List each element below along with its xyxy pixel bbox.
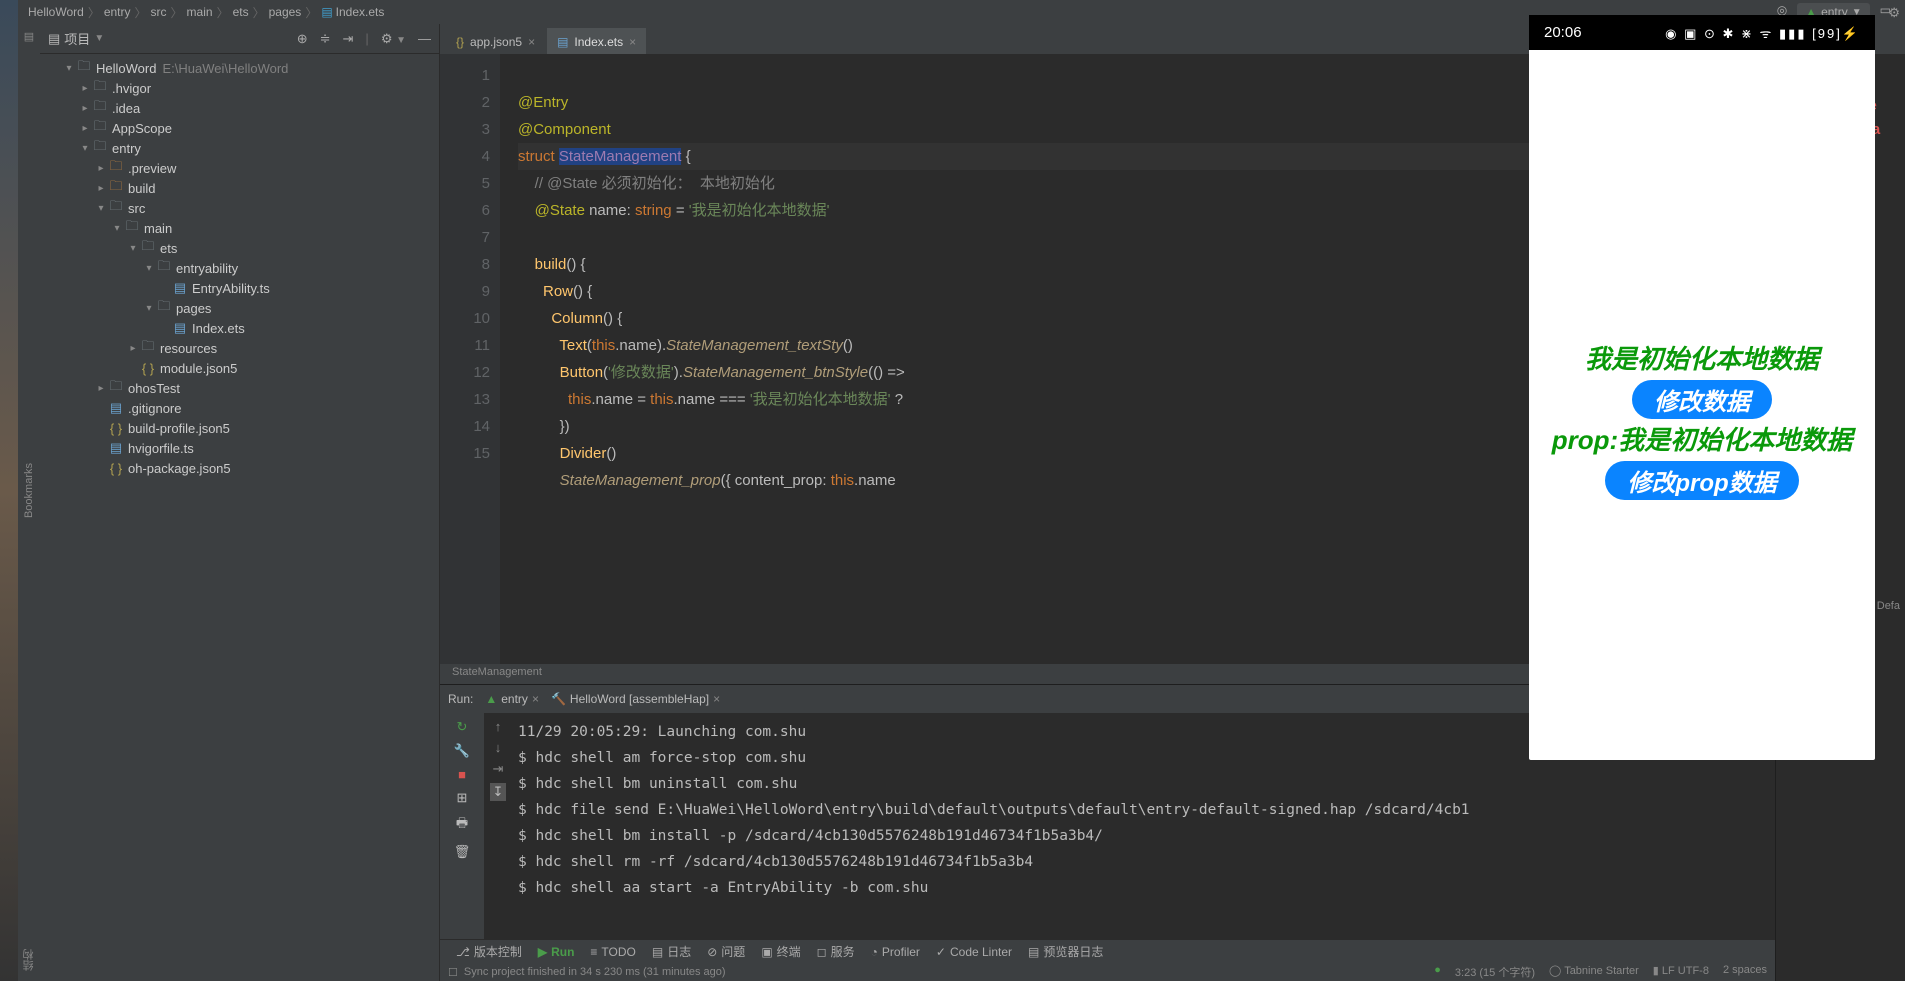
phone-status-bar: 20:06 ◉ ▣ ⊙ ✱ ⋇ ᯤ ▮▮▮ [99]⚡	[1529, 15, 1875, 50]
tree-node[interactable]: ▸🗀.preview	[40, 158, 439, 178]
editor-gutter: 123456789101112131415	[440, 54, 500, 664]
run-toolbar: ↻ 🔧 ■ ⊞ 🖶 🗑	[440, 713, 484, 939]
layout-icon[interactable]: ⊞	[457, 790, 468, 806]
indent-status[interactable]: 2 spaces	[1723, 964, 1767, 980]
crumb[interactable]: main	[183, 5, 217, 19]
collapse-icon[interactable]: ⇥	[343, 31, 354, 47]
bookmarks-label[interactable]: Bookmarks	[23, 463, 35, 518]
tree-node[interactable]: ▤EntryAbility.ts	[40, 278, 439, 298]
terminal-tab[interactable]: ▣ 终端	[753, 943, 808, 960]
preview-text-2: prop:我是初始化本地数据	[1529, 421, 1875, 459]
hide-icon[interactable]: —	[418, 31, 431, 47]
tree-node[interactable]: ▸🗀.hvigor	[40, 78, 439, 98]
run-tab-entry[interactable]: ▲entry ×	[485, 692, 539, 706]
tree-node[interactable]: ▤.gitignore	[40, 398, 439, 418]
stop-icon[interactable]: ■	[458, 767, 466, 782]
phone-time: 20:06	[1544, 24, 1582, 41]
default-badge: Defa	[1877, 600, 1900, 612]
settings-gear-icon[interactable]: ⚙	[1888, 5, 1900, 21]
log-tab[interactable]: ▤ 日志	[644, 943, 699, 960]
soft-wrap-icon[interactable]: ⇥	[493, 761, 504, 777]
vcs-tab[interactable]: ⎇ 版本控制	[448, 943, 530, 960]
ide-left-gutter-image	[0, 0, 18, 981]
device-preview: 20:06 ◉ ▣ ⊙ ✱ ⋇ ᯤ ▮▮▮ [99]⚡ 我是初始化本地数据 修改…	[1529, 15, 1875, 760]
tree-node[interactable]: ▤hvigorfile.ts	[40, 438, 439, 458]
rerun-icon[interactable]: ↻	[457, 719, 468, 735]
run-label: Run:	[448, 692, 473, 706]
tree-node[interactable]: ▸🗀AppScope	[40, 118, 439, 138]
settings-icon[interactable]: ⚙ ▼	[381, 31, 406, 47]
tree-node[interactable]: ▸🗀resources	[40, 338, 439, 358]
tree-node[interactable]: ▾🗀HelloWordE:\HuaWei\HelloWord	[40, 58, 439, 78]
tree-node[interactable]: { }oh-package.json5	[40, 458, 439, 478]
print-icon[interactable]: 🖶	[456, 814, 468, 836]
tree-node[interactable]: { }build-profile.json5	[40, 418, 439, 438]
project-tool-icon[interactable]: ▤	[24, 30, 34, 43]
tree-node[interactable]: ▸🗀ohosTest	[40, 378, 439, 398]
phone-status-icons: ◉ ▣ ⊙ ✱ ⋇ ᯤ ▮▮▮ [99]⚡	[1665, 24, 1860, 42]
tree-node[interactable]: ▸🗀build	[40, 178, 439, 198]
close-icon[interactable]: ×	[629, 35, 636, 49]
up-icon[interactable]: ↑	[495, 719, 502, 734]
todo-tab[interactable]: ≡ TODO	[582, 945, 643, 959]
tree-node[interactable]: ▾🗀main	[40, 218, 439, 238]
project-view-dropdown[interactable]: ▤ 项目 ▼	[48, 29, 104, 48]
services-tab[interactable]: ◻ 服务	[809, 943, 863, 960]
project-tree[interactable]: ▾🗀HelloWordE:\HuaWei\HelloWord▸🗀.hvigor▸…	[40, 54, 439, 981]
structure-label[interactable]: 结构	[21, 949, 37, 971]
problems-tab[interactable]: ⊘ 问题	[699, 943, 753, 960]
tab-appjson[interactable]: {}app.json5×	[446, 28, 545, 54]
crumb[interactable]: pages	[265, 5, 306, 19]
tab-index-ets[interactable]: ▤Index.ets×	[547, 28, 646, 54]
ets-file-icon: ▤	[321, 5, 332, 19]
crumb[interactable]: entry	[100, 5, 135, 19]
preview-log-tab[interactable]: ▤ 预览器日志	[1020, 943, 1111, 960]
tree-node[interactable]: ▸🗀.idea	[40, 98, 439, 118]
status-message-bar: ☐Sync project finished in 34 s 230 ms (3…	[440, 963, 1775, 981]
expand-icon[interactable]: ≑	[320, 31, 331, 47]
profiler-tab[interactable]: ◔ Profiler	[863, 945, 928, 959]
crumb[interactable]: ▤Index.ets	[317, 5, 388, 19]
tree-node[interactable]: ▤Index.ets	[40, 318, 439, 338]
tree-node[interactable]: ▾🗀entry	[40, 138, 439, 158]
tree-node[interactable]: ▾🗀entryability	[40, 258, 439, 278]
run-tab-assemble[interactable]: 🔨HelloWord [assembleHap] ×	[551, 692, 720, 706]
tree-node[interactable]: { }module.json5	[40, 358, 439, 378]
crumb[interactable]: HelloWord	[24, 5, 88, 19]
tree-node[interactable]: ▾🗀pages	[40, 298, 439, 318]
locate-icon[interactable]: ⊕	[297, 31, 308, 47]
project-panel: ▤ 项目 ▼ ⊕ ≑ ⇥ | ⚙ ▼ — ▾🗀HelloWordE:\HuaWe…	[40, 24, 440, 981]
trash-icon[interactable]: 🗑	[454, 844, 471, 860]
left-tool-strip: ▤ Bookmarks 结构	[18, 24, 40, 981]
tabnine-status[interactable]: ◯ Tabnine Starter	[1549, 964, 1639, 980]
line-mode[interactable]: ▮ LF UTF-8	[1653, 964, 1709, 980]
cursor-position[interactable]: 3:23 (15 个字符)	[1455, 964, 1535, 980]
linter-tab[interactable]: ✓ Code Linter	[928, 945, 1020, 959]
run-tab[interactable]: ▶ Run	[530, 945, 583, 959]
wrench-icon[interactable]: 🔧	[454, 743, 470, 759]
scroll-icon[interactable]: ↧	[490, 783, 507, 801]
crumb[interactable]: ets	[229, 5, 253, 19]
tree-node[interactable]: ▾🗀src	[40, 198, 439, 218]
preview-text-1: 我是初始化本地数据	[1529, 340, 1875, 378]
bottom-tool-tabs: ⎇ 版本控制 ▶ Run ≡ TODO ▤ 日志 ⊘ 问题 ▣ 终端 ◻ 服务 …	[440, 939, 1775, 963]
preview-button-1[interactable]: 修改数据	[1632, 380, 1772, 419]
preview-button-2[interactable]: 修改prop数据	[1605, 461, 1798, 500]
crumb[interactable]: src	[147, 5, 171, 19]
close-icon[interactable]: ×	[528, 35, 535, 49]
tree-node[interactable]: ▾🗀ets	[40, 238, 439, 258]
down-icon[interactable]: ↓	[495, 740, 502, 755]
